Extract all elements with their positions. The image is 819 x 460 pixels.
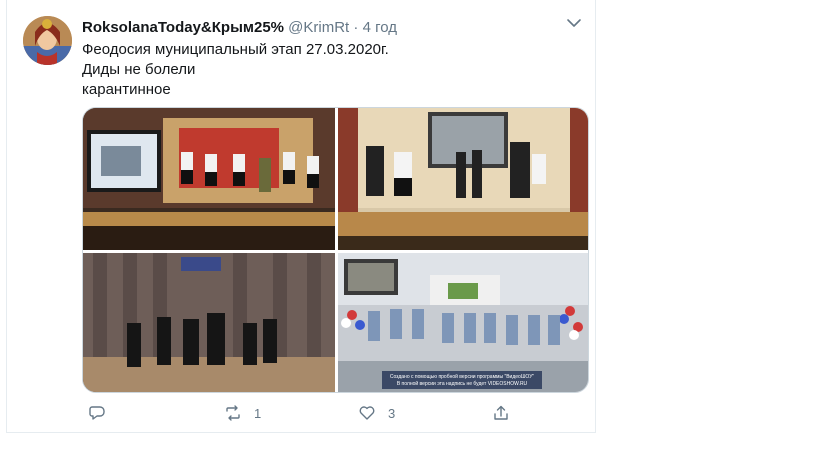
like-button[interactable]: 3 [358, 400, 395, 426]
user-handle[interactable]: @KrimRt [288, 19, 349, 36]
video-watermark-line-1: Создано с помощью пробной версии програм… [390, 373, 535, 380]
reply-button[interactable] [88, 400, 118, 426]
tweet-text-line: карантинное [82, 81, 171, 98]
separator-dot: · [353, 19, 359, 36]
avatar[interactable] [23, 16, 72, 65]
tweet-card[interactable]: RoksolanaToday&Крым25% @KrimRt · 4 год Ф… [6, 0, 596, 433]
display-name[interactable]: RoksolanaToday&Крым25% [82, 19, 284, 36]
media-photo-4[interactable]: Создано с помощью пробной версии програм… [338, 253, 588, 392]
like-count: 3 [388, 405, 396, 421]
tweet-header: RoksolanaToday&Крым25% @KrimRt · 4 год [82, 18, 397, 38]
heart-icon [359, 406, 375, 420]
tweet-text: Феодосия муниципальный этап 27.03.2020г.… [82, 40, 389, 100]
tweet-text-line: Диды не болели [82, 61, 196, 78]
avatar-image [23, 16, 72, 65]
media-photo-3[interactable] [83, 253, 335, 392]
media-grid: Создано с помощью пробной версии програм… [82, 107, 589, 393]
tweet-timestamp[interactable]: 4 год [363, 19, 397, 36]
tweet-actions: 1 3 [82, 400, 582, 426]
retweet-button[interactable]: 1 [224, 400, 261, 426]
share-icon [494, 405, 508, 420]
chevron-down-icon[interactable] [565, 14, 583, 32]
media-photo-1[interactable] [83, 108, 335, 250]
share-button[interactable] [492, 400, 510, 426]
media-photo-2[interactable] [338, 108, 588, 250]
tweet-text-line: Феодосия муниципальный этап 27.03.2020г. [82, 41, 389, 58]
reply-icon [89, 406, 105, 420]
retweet-icon [226, 405, 240, 421]
video-watermark-line-2: В полной версии эта надпись не будет VID… [397, 380, 528, 387]
retweet-count: 1 [254, 405, 262, 421]
